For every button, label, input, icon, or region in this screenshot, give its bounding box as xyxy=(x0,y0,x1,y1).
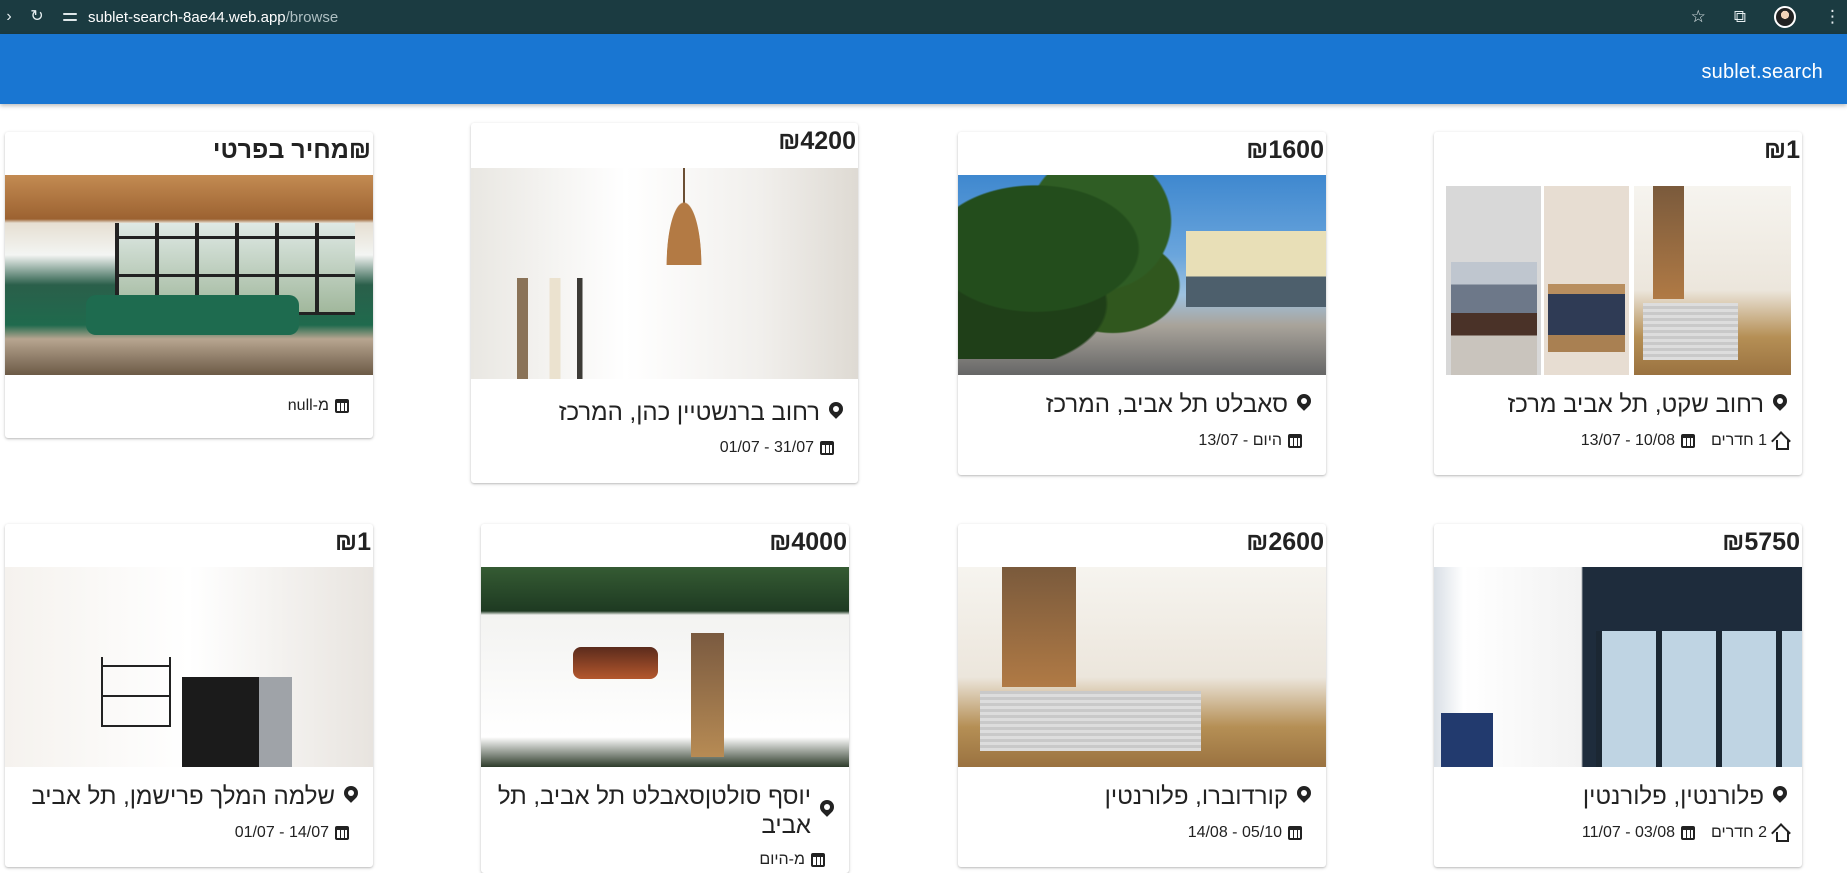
location-pin-icon xyxy=(341,784,361,810)
reload-icon[interactable]: ↻ xyxy=(28,8,46,26)
listing-price: ₪4200 xyxy=(778,127,856,155)
listing-photo xyxy=(481,567,849,767)
calendar-icon xyxy=(820,441,834,455)
calendar-icon xyxy=(335,399,349,413)
rooms-icon xyxy=(1773,434,1789,450)
listing-meta: 05/10 - 14/08 xyxy=(1188,824,1302,842)
location-pin-icon xyxy=(1770,392,1790,418)
listing-meta: מ-היום xyxy=(759,851,825,869)
listing-photo xyxy=(471,168,858,379)
listing-price: ₪2600 xyxy=(1246,528,1324,556)
forward-icon[interactable]: › xyxy=(0,8,18,26)
url-path: /browse xyxy=(285,8,339,26)
listing-dates: 05/10 - 14/08 xyxy=(1187,824,1282,841)
calendar-icon xyxy=(1288,826,1302,840)
listing-location: קורדוברו, פלורנטין xyxy=(1105,782,1314,811)
listing-dates: 14/07 - 01/07 xyxy=(234,824,329,841)
listing-dates: מ-היום xyxy=(759,851,805,868)
listing-dates: 03/08 - 11/07 xyxy=(1581,824,1676,841)
listing-price: ₪1 xyxy=(335,528,371,556)
location-pin-icon xyxy=(1294,784,1314,810)
calendar-icon xyxy=(1681,826,1696,840)
listing-price: ₪1600 xyxy=(1246,136,1324,164)
listing-meta: מ-null xyxy=(288,397,349,415)
listing-card[interactable]: ₪1 שלמה המלך פרישמן, תל אביב 14/07 - 01/… xyxy=(5,524,373,867)
listing-location: פלורנטין, פלורנטין xyxy=(1583,782,1790,811)
listing-rooms: 2 חדרים xyxy=(1711,824,1767,841)
listing-photo xyxy=(5,567,373,767)
listing-photo xyxy=(5,175,373,375)
listing-location: שלמה המלך פרישמן, תל אביב xyxy=(31,782,361,811)
listing-price: ₪1 xyxy=(1764,136,1800,164)
address-bar[interactable]: sublet-search-8ae44.web.app/browse xyxy=(62,3,1722,31)
location-pin-icon xyxy=(826,400,846,426)
listing-location: יוסף סולטןסאבלט תל אביב, תל אביב xyxy=(497,782,837,840)
listing-meta: 1 חדרים 10/08 - 13/07 xyxy=(1580,432,1789,450)
profile-avatar[interactable] xyxy=(1774,6,1796,28)
listing-photo xyxy=(1634,186,1791,375)
location-pin-icon xyxy=(817,798,837,824)
listing-location: רחוב שקט, תל אביב מרכז xyxy=(1508,390,1790,419)
listing-dates: 10/08 - 13/07 xyxy=(1580,432,1676,449)
bookmark-star-icon[interactable]: ☆ xyxy=(1691,7,1706,27)
calendar-icon xyxy=(811,853,825,867)
listing-photo xyxy=(958,567,1326,767)
app-header: sublet.search xyxy=(0,34,1847,104)
listing-meta: היום - 13/07 xyxy=(1198,432,1302,450)
listing-location: סאבלט תל אביב, המרכז xyxy=(1046,390,1314,419)
browser-toolbar: › ↻ sublet-search-8ae44.web.app/browse ☆… xyxy=(0,0,1847,34)
listing-dates: מ-null xyxy=(287,397,329,414)
listing-meta: 2 חדרים 03/08 - 11/07 xyxy=(1581,824,1789,842)
listing-card[interactable]: ₪4000 יוסף סולטןסאבלט תל אביב, תל אביב מ… xyxy=(481,524,849,873)
listing-price: ₪4000 xyxy=(769,528,847,556)
listing-dates: 31/07 - 01/07 xyxy=(719,439,814,456)
calendar-icon xyxy=(1288,434,1302,448)
listing-photo xyxy=(1434,567,1802,767)
calendar-icon xyxy=(1681,434,1696,448)
calendar-icon xyxy=(335,826,349,840)
listing-meta: 31/07 - 01/07 xyxy=(720,439,834,457)
location-pin-icon xyxy=(1770,784,1790,810)
listing-card[interactable]: ₪4200 רחוב ברנשטיין כהן, המרכז 31/07 - 0… xyxy=(471,123,858,483)
menu-kebab-icon[interactable]: ⋮ xyxy=(1824,7,1841,27)
rooms-icon xyxy=(1773,826,1789,842)
listing-card[interactable]: ₪2600 קורדוברו, פלורנטין 05/10 - 14/08 xyxy=(958,524,1326,867)
listing-price: ₪5750 xyxy=(1722,528,1800,556)
location-pin-icon xyxy=(1294,392,1314,418)
listing-dates: היום - 13/07 xyxy=(1198,432,1282,449)
listing-card[interactable]: ₪1 רחוב שקט, תל אביב מרכז 1 חדרים 10/08 … xyxy=(1434,132,1802,475)
url-host: sublet-search-8ae44.web.app xyxy=(88,8,286,26)
listing-meta: 14/07 - 01/07 xyxy=(235,824,349,842)
listing-rooms: 1 חדרים xyxy=(1711,432,1767,449)
listing-card[interactable]: ₪מחיר בפרטי מ-null xyxy=(5,132,373,438)
extensions-icon[interactable]: ⧉ xyxy=(1734,7,1746,27)
listing-location: רחוב ברנשטיין כהן, המרכז xyxy=(559,398,846,427)
listing-photo xyxy=(1446,186,1629,375)
brand-title[interactable]: sublet.search xyxy=(1701,61,1823,84)
listing-card[interactable]: ₪5750 פלורנטין, פלורנטין 2 חדרים 03/08 -… xyxy=(1434,524,1802,867)
site-info-icon[interactable] xyxy=(62,9,78,25)
listing-card[interactable]: ₪1600 סאבלט תל אביב, המרכז היום - 13/07 xyxy=(958,132,1326,475)
listing-price: ₪מחיר בפרטי xyxy=(212,136,371,164)
listing-photo xyxy=(958,175,1326,375)
